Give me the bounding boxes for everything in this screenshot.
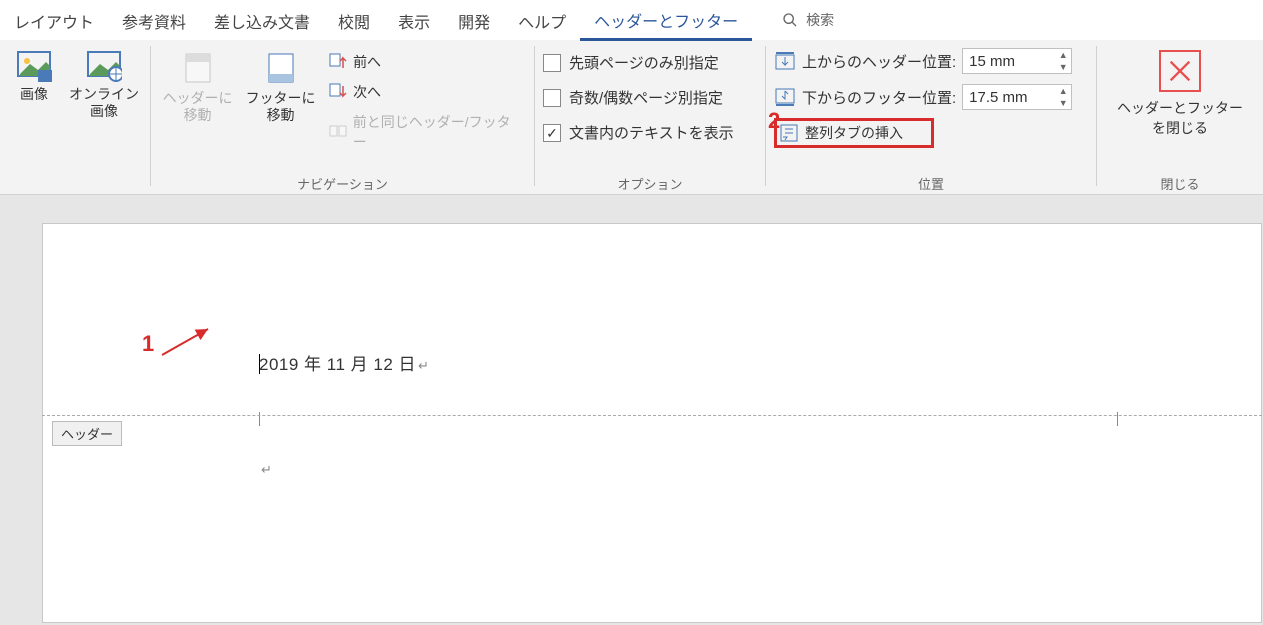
close-header-footer-button[interactable]: ヘッダーとフッター を閉じる <box>1105 46 1255 142</box>
insert-alignment-tab-label: 整列タブの挿入 <box>805 123 903 143</box>
previous-section-button[interactable]: 前へ <box>325 50 526 74</box>
insert-alignment-tab-button[interactable]: 整列タブの挿入 <box>774 118 934 148</box>
header-boundary-line <box>42 415 1262 416</box>
picture-label: 画像 <box>20 86 48 103</box>
page[interactable]: 2019 年 11 月 12 日↵ ↵ <box>42 223 1262 623</box>
search-icon <box>782 12 798 28</box>
footer-position-icon <box>774 87 796 107</box>
online-picture-label: オンライン 画像 <box>69 86 139 120</box>
header-position-value: 15 mm <box>963 53 1055 70</box>
footer-position-spinner[interactable]: 17.5 mm ▲▼ <box>962 84 1072 110</box>
insert-online-picture-button[interactable]: オンライン 画像 <box>66 46 142 124</box>
header-text[interactable]: 2019 年 11 月 12 日↵ <box>259 350 429 375</box>
group-label-images <box>0 172 150 194</box>
group-label-navigation: ナビゲーション <box>151 172 534 194</box>
group-label-position: 位置 <box>766 172 1096 194</box>
footer-position-label: 下からのフッター位置: <box>802 87 956 108</box>
previous-icon <box>329 53 347 71</box>
header-position-label: 上からのヘッダー位置: <box>802 51 956 72</box>
footer-position-value: 17.5 mm <box>963 89 1055 106</box>
show-document-text-checkbox[interactable]: 文書内のテキストを表示 <box>543 122 734 143</box>
spinner-up-icon[interactable]: ▲ <box>1055 85 1071 97</box>
paragraph-mark-icon: ↵ <box>418 358 429 373</box>
tab-view[interactable]: 表示 <box>384 1 444 39</box>
group-label-options: オプション <box>535 172 765 194</box>
annotation-1: 1 <box>142 331 154 357</box>
goto-footer-label: フッターに 移動 <box>246 90 316 124</box>
goto-header-icon <box>180 50 216 86</box>
search-label: 検索 <box>806 10 834 30</box>
previous-label: 前へ <box>353 52 381 72</box>
different-odd-even-label: 奇数/偶数ページ別指定 <box>569 87 723 108</box>
checkbox-checked-icon <box>543 124 561 142</box>
spinner-down-icon[interactable]: ▼ <box>1055 61 1071 73</box>
tab-help[interactable]: ヘルプ <box>504 1 580 39</box>
online-picture-icon <box>86 50 122 82</box>
link-prev-label: 前と同じヘッダー/フッター <box>353 112 522 152</box>
spinner-up-icon[interactable]: ▲ <box>1055 49 1071 61</box>
group-label-close: 閉じる <box>1160 172 1199 194</box>
show-document-text-label: 文書内のテキストを表示 <box>569 122 734 143</box>
tab-layout[interactable]: レイアウト <box>0 1 108 39</box>
align-tab-icon <box>779 123 799 143</box>
close-x-icon <box>1159 50 1201 92</box>
link-prev-icon <box>329 123 347 141</box>
header-date-text: 2019 年 11 月 12 日 <box>259 355 416 374</box>
next-label: 次へ <box>353 82 381 102</box>
tab-review[interactable]: 校閲 <box>324 1 384 39</box>
goto-footer-button[interactable]: フッターに 移動 <box>242 46 319 128</box>
next-icon <box>329 83 347 101</box>
paragraph-mark-icon: ↵ <box>261 462 272 478</box>
close-label: ヘッダーとフッター を閉じる <box>1117 98 1243 138</box>
header-position-spinner[interactable]: 15 mm ▲▼ <box>962 48 1072 74</box>
next-section-button[interactable]: 次へ <box>325 80 526 104</box>
link-to-previous-button: 前と同じヘッダー/フッター <box>325 110 526 154</box>
spinner-down-icon[interactable]: ▼ <box>1055 97 1071 109</box>
tab-references[interactable]: 参考資料 <box>108 1 200 39</box>
text-cursor <box>259 354 260 374</box>
different-odd-even-checkbox[interactable]: 奇数/偶数ページ別指定 <box>543 87 734 108</box>
header-tag: ヘッダー <box>52 421 122 446</box>
document-area: 2019 年 11 月 12 日↵ ↵ ヘッダー 1 <box>0 195 1263 625</box>
goto-header-label: ヘッダーに 移動 <box>163 90 233 124</box>
tab-header-footer[interactable]: ヘッダーとフッター <box>580 0 752 41</box>
checkbox-icon <box>543 89 561 107</box>
ribbon: 画像 オンライン 画像 ヘッダーに 移動 フッターに 移動 前へ <box>0 40 1263 195</box>
search-box[interactable]: 検索 <box>782 10 834 30</box>
ribbon-tabs: レイアウト 参考資料 差し込み文書 校閲 表示 開発 ヘルプ ヘッダーとフッター… <box>0 0 1263 40</box>
checkbox-icon <box>543 54 561 72</box>
header-position-icon <box>774 51 796 71</box>
goto-footer-icon <box>263 50 299 86</box>
annotation-arrow-icon <box>158 325 218 365</box>
different-first-page-checkbox[interactable]: 先頭ページのみ別指定 <box>543 52 734 73</box>
goto-header-button: ヘッダーに 移動 <box>159 46 236 128</box>
tab-mailings[interactable]: 差し込み文書 <box>200 1 324 39</box>
tab-developer[interactable]: 開発 <box>444 1 504 39</box>
annotation-2: 2 <box>768 108 780 134</box>
different-first-page-label: 先頭ページのみ別指定 <box>569 52 719 73</box>
picture-icon <box>16 50 52 82</box>
insert-picture-button[interactable]: 画像 <box>8 46 60 107</box>
